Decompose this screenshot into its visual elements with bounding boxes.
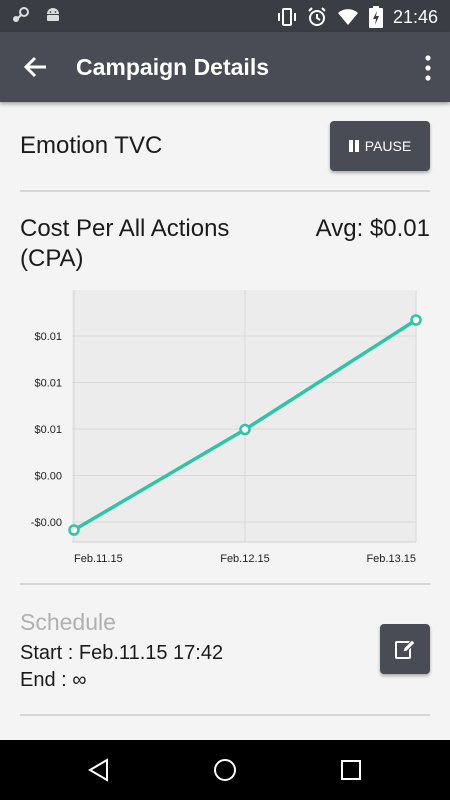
page-title: Campaign Details bbox=[76, 54, 269, 80]
more-vert-icon[interactable] bbox=[424, 54, 432, 82]
android-icon bbox=[47, 8, 59, 21]
schedule-label: Schedule bbox=[20, 609, 116, 635]
arrow-back-icon[interactable] bbox=[22, 53, 50, 81]
battery-charging-icon bbox=[368, 6, 383, 28]
vibrate-icon bbox=[277, 8, 296, 26]
pause-icon bbox=[348, 140, 359, 152]
status-time: 21:46 bbox=[392, 7, 438, 27]
pause-button-label: PAUSE bbox=[364, 138, 412, 154]
x-tick-label: Feb.13.15 bbox=[366, 553, 416, 565]
edit-schedule-button[interactable] bbox=[380, 624, 430, 674]
schedule-start: Start : Feb.11.15 17:42 bbox=[20, 642, 224, 664]
home-nav-icon[interactable] bbox=[213, 758, 237, 782]
campaign-name: Emotion TVC bbox=[20, 132, 163, 159]
chart-plot-area bbox=[72, 290, 416, 542]
data-point bbox=[410, 314, 422, 326]
y-tick-label: -$0.00 bbox=[31, 517, 62, 529]
divider bbox=[20, 190, 430, 192]
divider bbox=[20, 714, 430, 716]
metric-average: Avg: $0.01 bbox=[315, 215, 430, 242]
y-tick-label: $0.01 bbox=[34, 378, 62, 390]
steam-icon bbox=[13, 7, 29, 22]
data-point bbox=[239, 423, 251, 436]
recents-nav-icon[interactable] bbox=[339, 758, 363, 782]
data-point bbox=[68, 524, 80, 536]
campaign-content: Emotion TVC PAUSE Cost Per All Actions (… bbox=[0, 102, 450, 740]
edit-icon bbox=[395, 639, 416, 659]
schedule-end: End : ∞ bbox=[20, 669, 87, 691]
back-nav-icon[interactable] bbox=[87, 758, 111, 782]
x-tick-label: Feb.12.15 bbox=[220, 553, 270, 565]
metric-title: Cost Per All Actions (CPA) bbox=[20, 215, 230, 272]
y-tick-label: $0.01 bbox=[34, 424, 62, 436]
app-bar: Campaign Details bbox=[0, 32, 450, 102]
y-tick-label: $0.00 bbox=[34, 471, 62, 483]
y-tick-label: $0.01 bbox=[34, 331, 62, 343]
wifi-icon bbox=[337, 9, 358, 25]
x-tick-label: Feb.11.15 bbox=[74, 553, 123, 565]
alarm-icon bbox=[308, 7, 326, 26]
status-bar: 21:46 bbox=[0, 0, 450, 32]
cpa-line-chart: $0.01 $0.01 $0.01 $0.00 -$0.00 Feb.11.15 Feb.… bbox=[31, 290, 422, 565]
pause-button[interactable]: PAUSE bbox=[330, 121, 430, 171]
system-nav-bar bbox=[0, 740, 450, 800]
divider bbox=[20, 583, 430, 585]
